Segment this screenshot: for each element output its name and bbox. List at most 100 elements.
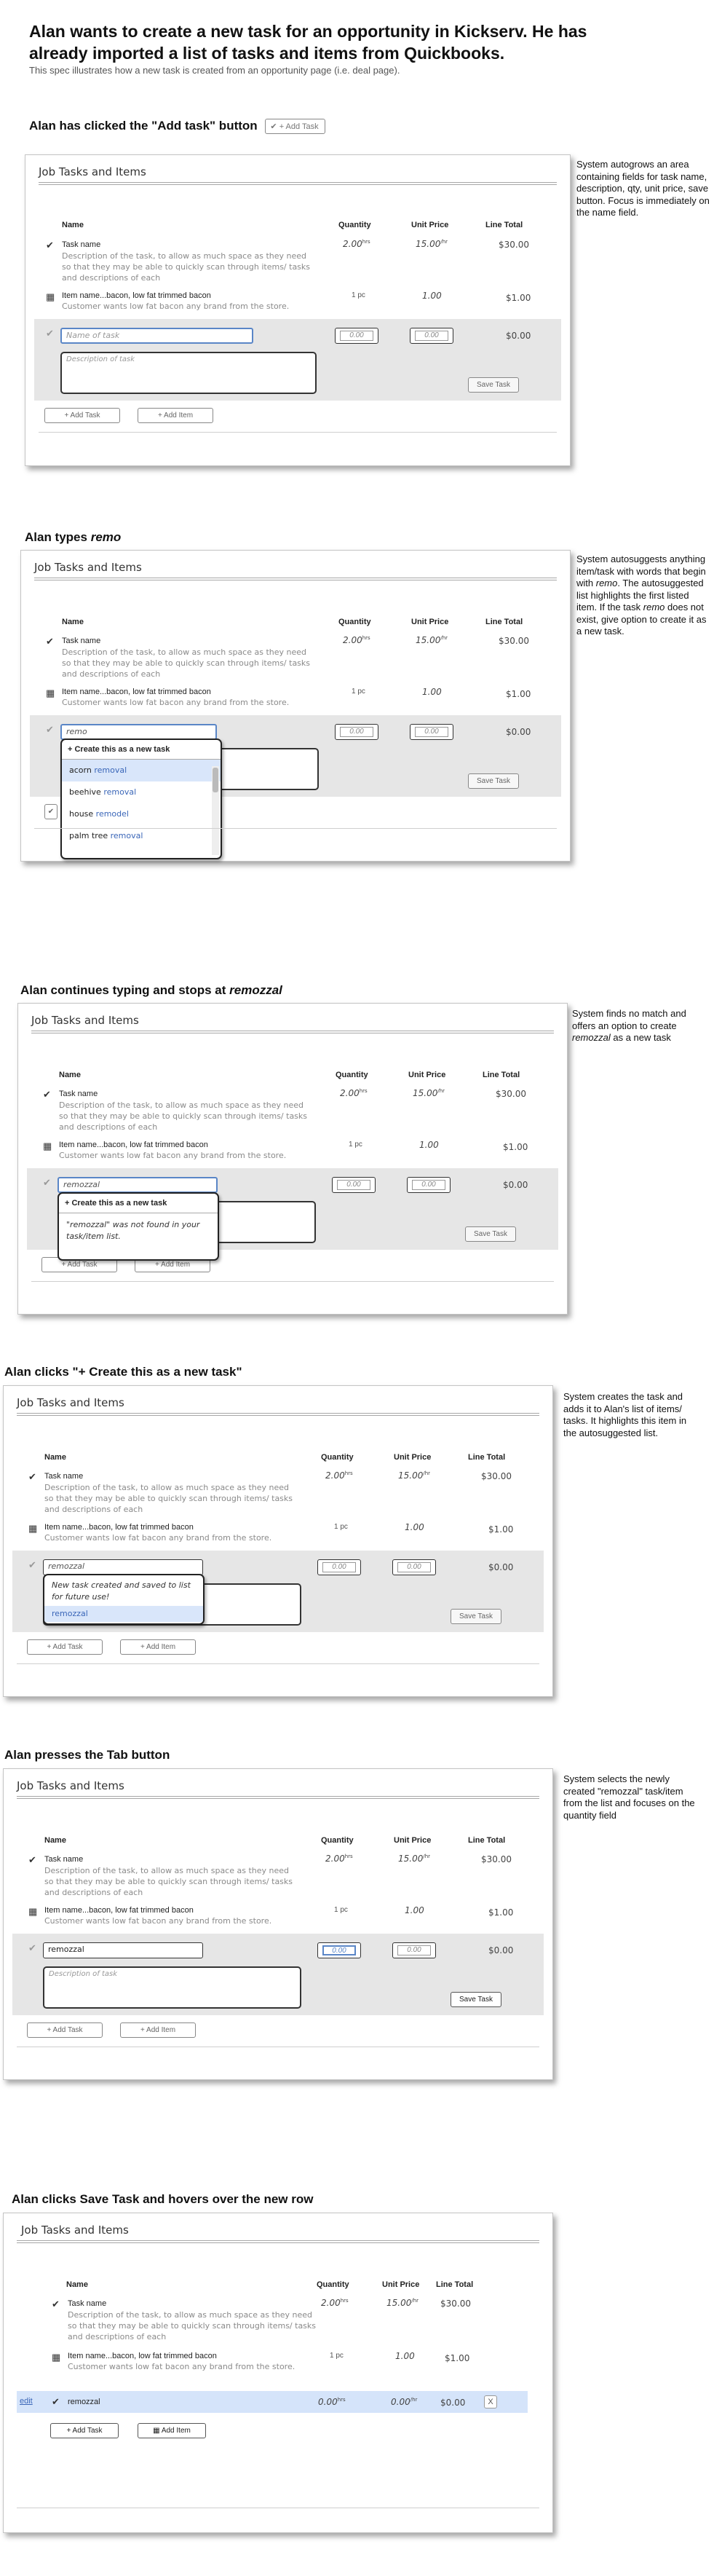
item-row-total: $1.00 bbox=[488, 1907, 514, 1918]
save-task-button[interactable]: Save Task bbox=[468, 773, 519, 789]
task-row-total: $30.00 bbox=[499, 240, 529, 250]
qty-input[interactable]: 0.00 bbox=[317, 1942, 361, 1958]
item-row-name[interactable]: Item name...bacon, low fat trimmed bacon bbox=[68, 2352, 217, 2360]
panel-title: Job Tasks and Items bbox=[21, 2224, 129, 2237]
autosuggest-dropdown: New task created and saved to list for f… bbox=[43, 1574, 205, 1625]
item-row-qty: 1 pc bbox=[334, 1523, 348, 1531]
title-rule bbox=[17, 2240, 539, 2241]
item-row-name[interactable]: Item name...bacon, low fat trimmed bacon bbox=[44, 1523, 194, 1532]
saved-task-qty: 0.00hrs bbox=[318, 2397, 346, 2407]
item-row-desc: Customer wants low fat bacon any brand f… bbox=[62, 302, 290, 311]
title-rule bbox=[17, 1415, 539, 1416]
item-row-qty: 1 pc bbox=[349, 1141, 362, 1149]
delete-row-button[interactable]: X bbox=[484, 2395, 497, 2408]
new-row-total: $0.00 bbox=[503, 1180, 528, 1190]
edit-link[interactable]: edit bbox=[20, 2397, 33, 2406]
task-row-name[interactable]: Task name bbox=[59, 1090, 98, 1098]
task-row-desc: Description of the task, to allow as muc… bbox=[62, 647, 311, 679]
task-row-name[interactable]: Task name bbox=[44, 1855, 83, 1864]
item-row-total: $1.00 bbox=[445, 2353, 470, 2363]
task-name-input[interactable]: remozzal bbox=[43, 1559, 203, 1575]
item-row-price: 1.00 bbox=[405, 1905, 424, 1915]
item-row-name[interactable]: Item name...bacon, low fat trimmed bacon bbox=[44, 1906, 194, 1915]
suggestion-item[interactable]: remozzal bbox=[44, 1606, 203, 1622]
task-row-name[interactable]: Task name bbox=[68, 2299, 106, 2308]
save-task-button[interactable]: Save Task bbox=[451, 1609, 501, 1624]
suggestion-item[interactable]: house remodel bbox=[62, 803, 221, 825]
price-input[interactable]: 0.00 bbox=[410, 724, 453, 740]
task-desc-input[interactable]: Description of task bbox=[60, 352, 317, 394]
suggestion-item[interactable]: beehive removal bbox=[62, 781, 221, 803]
item-row-price: 1.00 bbox=[395, 2351, 415, 2361]
saved-task-name[interactable]: remozzal bbox=[68, 2398, 100, 2406]
step-2-panel: Job Tasks and Items Name Quantity Unit P… bbox=[20, 550, 571, 862]
item-row-desc: Customer wants low fat bacon any brand f… bbox=[62, 698, 290, 707]
step-4-panel: Job Tasks and Items Name Quantity Unit P… bbox=[3, 1385, 553, 1697]
step-1-notes: System autogrows an area containing fiel… bbox=[576, 159, 710, 218]
task-row-name[interactable]: Task name bbox=[62, 637, 100, 645]
qty-input[interactable]: 0.00 bbox=[335, 724, 378, 740]
save-task-button[interactable]: Save Task bbox=[451, 1992, 501, 2007]
dropdown-scrollbar[interactable] bbox=[212, 766, 219, 855]
item-row-name[interactable]: Item name...bacon, low fat trimmed bacon bbox=[59, 1141, 208, 1149]
create-new-task-option[interactable]: + Create this as a new task bbox=[59, 1194, 218, 1213]
new-row-total: $0.00 bbox=[488, 1562, 514, 1572]
col-qty: Quantity bbox=[338, 618, 371, 626]
page-title: Alan wants to create a new task for an o… bbox=[29, 22, 587, 63]
create-new-task-option[interactable]: + Create this as a new task bbox=[62, 740, 221, 760]
add-item-button[interactable]: + Add Item bbox=[120, 2022, 196, 2038]
save-task-button[interactable]: Save Task bbox=[468, 377, 519, 393]
created-message: New task created and saved to list for f… bbox=[52, 1580, 191, 1602]
suggestion-item[interactable]: acorn removal bbox=[62, 760, 221, 781]
qty-input[interactable]: 0.00 bbox=[332, 1177, 376, 1193]
item-row-name[interactable]: Item name...bacon, low fat trimmed bacon bbox=[62, 291, 211, 300]
add-item-button[interactable]: + Add Item bbox=[120, 1639, 196, 1655]
save-task-button[interactable]: Save Task bbox=[465, 1226, 516, 1242]
add-task-button[interactable]: + Add Task bbox=[27, 2022, 103, 2038]
panel-title: Job Tasks and Items bbox=[17, 1779, 124, 1792]
col-price: Unit Price bbox=[411, 618, 449, 626]
task-row-price: 15.00/hr bbox=[416, 635, 448, 645]
item-row-name[interactable]: Item name...bacon, low fat trimmed bacon bbox=[62, 688, 211, 696]
add-task-button-partial[interactable]: ✔ bbox=[44, 804, 57, 819]
task-row-name[interactable]: Task name bbox=[44, 1472, 83, 1481]
check-icon: ✔ bbox=[46, 724, 54, 735]
col-name: Name bbox=[66, 2280, 88, 2289]
add-task-button[interactable]: + Add Task bbox=[44, 408, 120, 423]
task-name-input[interactable]: remozzal bbox=[43, 1942, 203, 1958]
col-price: Unit Price bbox=[408, 1071, 446, 1079]
task-row-total: $30.00 bbox=[496, 1089, 526, 1099]
footer-rule bbox=[31, 1281, 554, 1282]
step-6-heading: Alan clicks Save Task and hovers over th… bbox=[12, 2192, 314, 2206]
item-row-total: $1.00 bbox=[506, 293, 531, 303]
add-task-button[interactable]: + Add Task bbox=[27, 1639, 103, 1655]
item-row-price: 1.00 bbox=[419, 1140, 439, 1150]
col-name: Name bbox=[62, 221, 84, 229]
task-desc-input[interactable]: Description of task bbox=[43, 1966, 301, 2009]
title-rule bbox=[17, 1796, 539, 1797]
add-item-button[interactable]: ▦ Add Item bbox=[138, 2423, 206, 2438]
add-task-button[interactable]: + Add Task bbox=[50, 2423, 119, 2438]
price-input[interactable]: 0.00 bbox=[392, 1559, 436, 1575]
qty-input[interactable]: 0.00 bbox=[317, 1559, 361, 1575]
panel-title: Job Tasks and Items bbox=[39, 165, 146, 178]
check-icon: ✔ bbox=[46, 636, 54, 647]
item-row-desc: Customer wants low fat bacon any brand f… bbox=[59, 1151, 287, 1160]
add-item-button[interactable]: + Add Item bbox=[138, 408, 213, 423]
qty-input[interactable]: 0.00 bbox=[335, 328, 378, 344]
item-row-total: $1.00 bbox=[488, 1524, 514, 1535]
price-input[interactable]: 0.00 bbox=[410, 328, 453, 344]
task-name-input[interactable]: remo bbox=[60, 724, 217, 740]
price-input[interactable]: 0.00 bbox=[392, 1942, 436, 1958]
check-icon: ✔ bbox=[43, 1177, 51, 1188]
item-row-qty: 1 pc bbox=[352, 291, 365, 299]
task-row-name[interactable]: Task name bbox=[62, 240, 100, 249]
saved-task-price: 0.00/hr bbox=[391, 2397, 418, 2407]
add-task-button[interactable]: ✔ + Add Task bbox=[265, 119, 325, 135]
task-name-input[interactable]: Name of task bbox=[60, 328, 253, 344]
price-input[interactable]: 0.00 bbox=[407, 1177, 451, 1193]
task-name-input[interactable]: remozzal bbox=[57, 1177, 218, 1193]
step-6-panel: Job Tasks and Items Name Quantity Unit P… bbox=[3, 2213, 553, 2533]
item-row-qty: 1 pc bbox=[334, 1906, 348, 1914]
autosuggest-dropdown: + Create this as a new task "remozzal" w… bbox=[57, 1192, 219, 1261]
